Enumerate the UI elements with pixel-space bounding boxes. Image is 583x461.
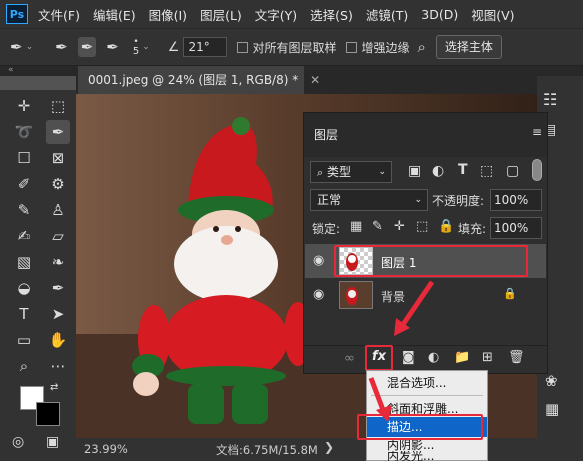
arrow-to-fx xyxy=(399,280,435,328)
arrow-to-stroke xyxy=(368,377,386,411)
annotation-arrows xyxy=(368,280,435,422)
arrow-to-stroke-head xyxy=(376,405,392,422)
